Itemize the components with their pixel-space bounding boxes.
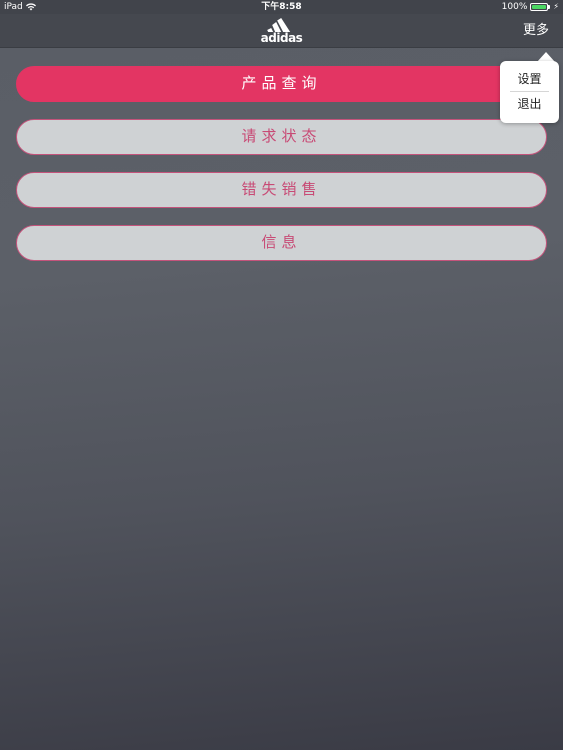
battery-icon [530, 3, 551, 11]
battery-tip [548, 5, 551, 9]
popover-item-logout[interactable]: 退出 [500, 92, 559, 116]
main-menu: 产品查询 请求状态 错失销售 信息 [16, 66, 547, 278]
popover-item-settings[interactable]: 设置 [500, 67, 559, 91]
nav-bar: adidas 更多 [0, 14, 563, 48]
menu-button-lost-sales[interactable]: 错失销售 [16, 172, 547, 208]
status-right: 100% ⚡ [502, 0, 559, 14]
battery-fill [532, 5, 547, 9]
logo-wordmark: adidas [260, 31, 303, 45]
menu-button-product-query[interactable]: 产品查询 [16, 66, 547, 102]
status-time: 下午8:58 [261, 2, 302, 12]
adidas-logo: adidas [261, 18, 303, 44]
menu-button-request-status[interactable]: 请求状态 [16, 119, 547, 155]
charging-icon: ⚡ [553, 2, 559, 11]
adidas-stripes-icon [267, 18, 291, 32]
menu-button-info[interactable]: 信息 [16, 225, 547, 261]
battery-percent: 100% [501, 2, 528, 12]
more-button[interactable]: 更多 [523, 23, 549, 39]
more-popover: 设置 退出 [500, 61, 559, 123]
status-bar: iPad 下午8:58 100% ⚡ [0, 0, 563, 14]
